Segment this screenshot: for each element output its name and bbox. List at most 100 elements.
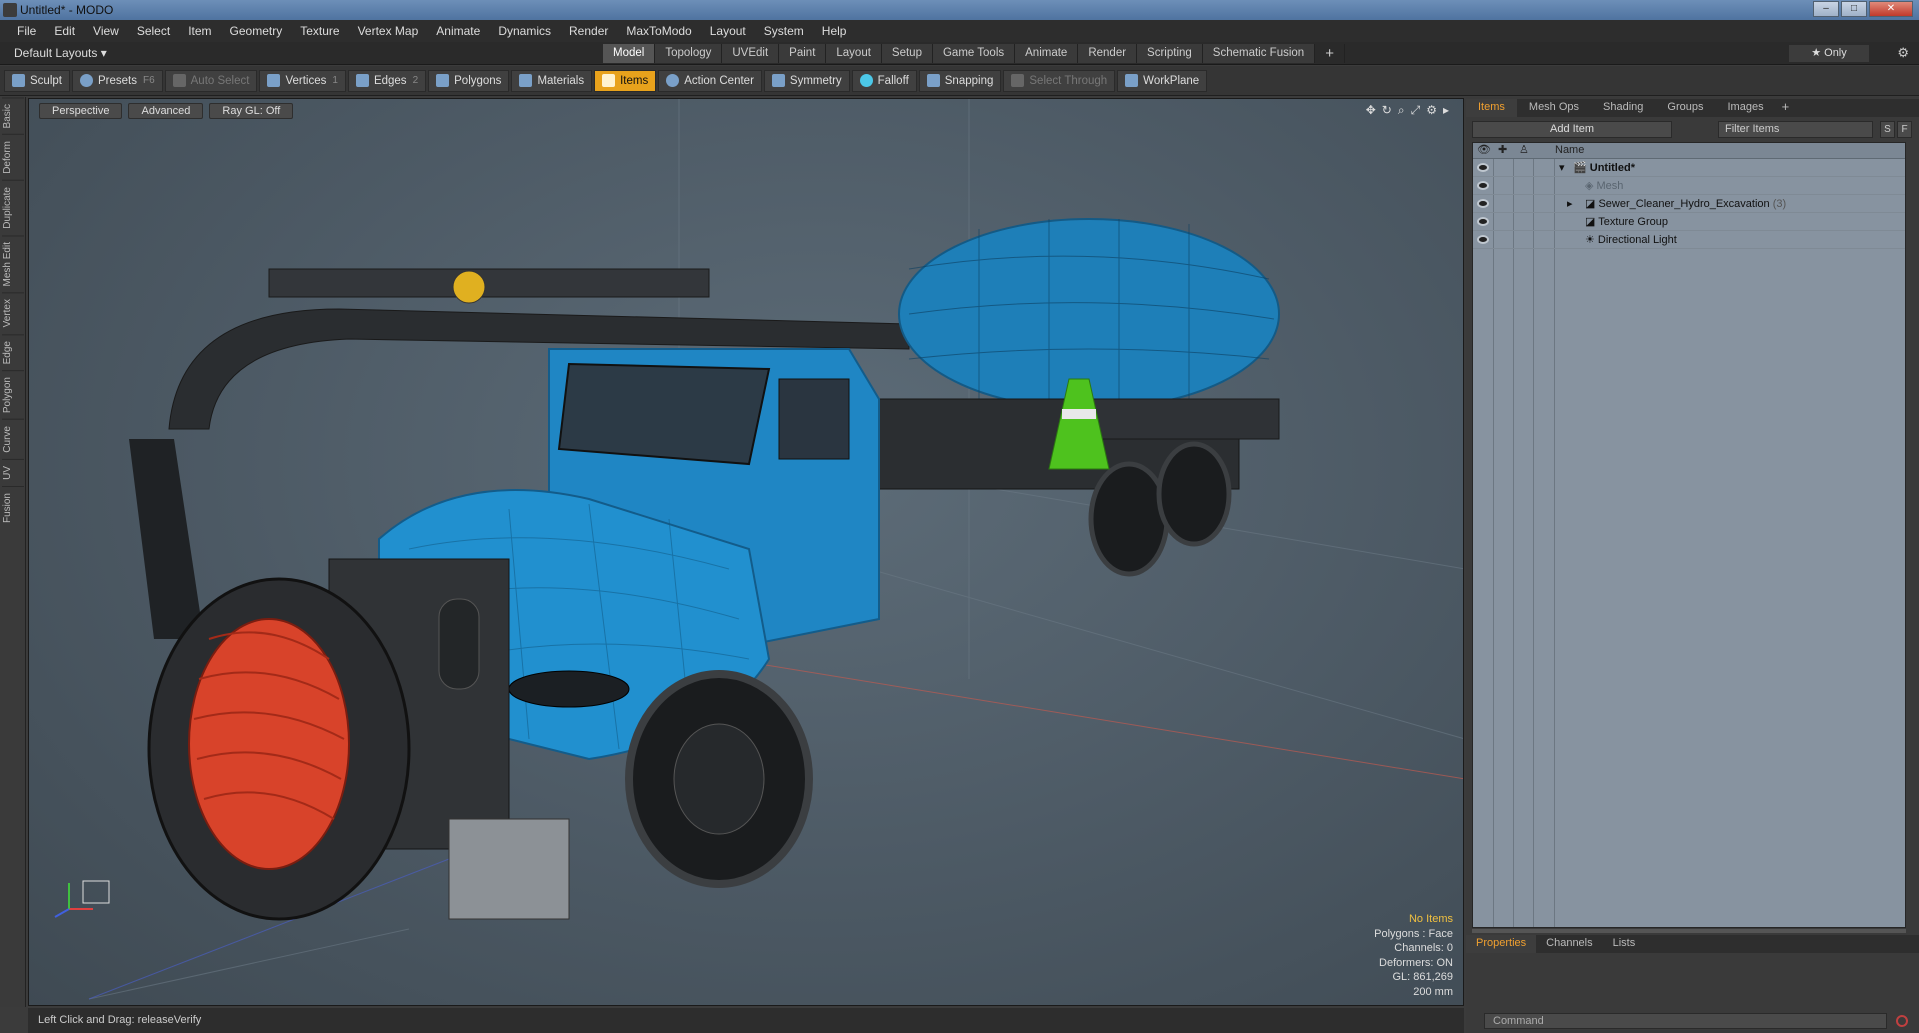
shading-advanced-dropdown[interactable]: Advanced bbox=[128, 103, 204, 119]
items-button[interactable]: Items bbox=[594, 69, 657, 92]
polygons-button[interactable]: Polygons bbox=[428, 69, 510, 92]
presets-button[interactable]: Presets F6 bbox=[71, 69, 163, 92]
menu-dynamics[interactable]: Dynamics bbox=[489, 24, 560, 38]
tree-row-mesh[interactable]: ◈ Mesh bbox=[1473, 177, 1905, 195]
symmetry-button[interactable]: Symmetry bbox=[763, 69, 850, 92]
workplane-button[interactable]: WorkPlane bbox=[1117, 69, 1208, 92]
tree-row-untitled[interactable]: ▾ 🎬 Untitled* bbox=[1473, 159, 1905, 177]
command-clear-icon[interactable] bbox=[1896, 1015, 1908, 1027]
expand-arrow-icon[interactable]: ▸ bbox=[1567, 195, 1573, 213]
menu-animate[interactable]: Animate bbox=[427, 24, 489, 38]
tree-horizontal-scrollbar[interactable] bbox=[1472, 929, 1906, 933]
menu-edit[interactable]: Edit bbox=[45, 24, 84, 38]
menu-item[interactable]: Item bbox=[179, 24, 220, 38]
minimize-button[interactable]: – bbox=[1813, 1, 1839, 17]
tab-schematic-fusion[interactable]: Schematic Fusion bbox=[1202, 44, 1316, 63]
menu-view[interactable]: View bbox=[84, 24, 128, 38]
tab-items[interactable]: Items bbox=[1466, 99, 1517, 117]
left-tab-fusion[interactable]: Fusion bbox=[2, 485, 24, 529]
left-tab-vertex[interactable]: Vertex bbox=[2, 292, 24, 334]
tree-row-directional-light[interactable]: ☀ Directional Light bbox=[1473, 231, 1905, 249]
tab-setup[interactable]: Setup bbox=[881, 44, 933, 63]
sculpt-button[interactable]: Sculpt bbox=[4, 69, 70, 92]
command-input[interactable]: Command bbox=[1484, 1013, 1887, 1029]
left-tab-duplicate[interactable]: Duplicate bbox=[2, 180, 24, 235]
menu-layout[interactable]: Layout bbox=[701, 24, 755, 38]
menu-system[interactable]: System bbox=[755, 24, 813, 38]
3d-viewport[interactable]: Perspective Advanced Ray GL: Off ✥ ↻ ⌕ ⤢… bbox=[28, 98, 1464, 1006]
axis-gizmo bbox=[54, 880, 110, 918]
gear-icon[interactable]: ⚙ bbox=[1897, 45, 1909, 61]
tab-shading[interactable]: Shading bbox=[1591, 99, 1655, 117]
tab-scripting[interactable]: Scripting bbox=[1137, 44, 1203, 63]
tab-lists[interactable]: Lists bbox=[1603, 935, 1646, 953]
raygl-toggle[interactable]: Ray GL: Off bbox=[209, 103, 294, 119]
auto-select-button[interactable]: Auto Select bbox=[164, 69, 258, 92]
filter-items-input[interactable]: Filter Items bbox=[1718, 121, 1873, 138]
menu-vertex-map[interactable]: Vertex Map bbox=[349, 24, 428, 38]
tab-properties[interactable]: Properties bbox=[1466, 935, 1537, 953]
add-item-dropdown[interactable]: Add Item bbox=[1472, 121, 1672, 138]
tree-row-sewer-cleaner[interactable]: ▸ ◪ Sewer_Cleaner_Hydro_Excavation (3) bbox=[1473, 195, 1905, 213]
tab-channels[interactable]: Channels bbox=[1536, 935, 1602, 953]
left-tab-mesh-edit[interactable]: Mesh Edit bbox=[2, 234, 24, 293]
tab-game-tools[interactable]: Game Tools bbox=[932, 44, 1016, 63]
viewport-gear-icon[interactable]: ⚙ bbox=[1426, 103, 1437, 118]
zoom-icon[interactable]: ⌕ bbox=[1398, 103, 1405, 118]
visibility-eye-icon[interactable] bbox=[1477, 181, 1489, 190]
menu-file[interactable]: File bbox=[8, 24, 45, 38]
tab-paint[interactable]: Paint bbox=[779, 44, 827, 63]
tab-uvedit[interactable]: UVEdit bbox=[722, 44, 780, 63]
symmetry-icon bbox=[771, 74, 785, 87]
snapping-button[interactable]: Snapping bbox=[918, 69, 1002, 92]
default-layouts-dropdown[interactable]: Default Layouts ▾ bbox=[14, 46, 107, 60]
tree-row-texture-group[interactable]: ◪ Texture Group bbox=[1473, 213, 1905, 231]
tab-mesh-ops[interactable]: Mesh Ops bbox=[1517, 99, 1591, 117]
menu-help[interactable]: Help bbox=[813, 24, 856, 38]
edges-button[interactable]: Edges 2 bbox=[347, 69, 427, 92]
name-column-header[interactable]: Name bbox=[1555, 144, 1584, 156]
add-tab-button[interactable]: + bbox=[1315, 44, 1345, 63]
tab-groups[interactable]: Groups bbox=[1655, 99, 1715, 117]
tree-column-dividers bbox=[1473, 143, 1555, 927]
only-toggle[interactable]: ★ Only bbox=[1789, 45, 1869, 62]
falloff-button[interactable]: Falloff bbox=[851, 69, 917, 92]
menu-texture[interactable]: Texture bbox=[291, 24, 348, 38]
view-perspective-dropdown[interactable]: Perspective bbox=[39, 103, 123, 119]
maximize-viewport-icon[interactable]: ⤢ bbox=[1411, 103, 1421, 118]
visibility-eye-icon[interactable] bbox=[1477, 217, 1489, 226]
vertices-button[interactable]: Vertices 1 bbox=[259, 69, 346, 92]
tab-topology[interactable]: Topology bbox=[655, 44, 723, 63]
maximize-button[interactable]: □ bbox=[1841, 1, 1867, 17]
left-tab-basic[interactable]: Basic bbox=[2, 97, 24, 135]
s-filter-button[interactable]: S bbox=[1880, 121, 1895, 138]
action-center-button[interactable]: Action Center bbox=[658, 69, 762, 92]
status-bar: Left Click and Drag: releaseVerify bbox=[28, 1008, 1464, 1033]
close-button[interactable]: ✕ bbox=[1869, 1, 1913, 17]
rotate-icon[interactable]: ↻ bbox=[1382, 103, 1392, 118]
viewport-menu-arrow-icon[interactable]: ▸ bbox=[1443, 103, 1449, 118]
tab-animate[interactable]: Animate bbox=[1015, 44, 1079, 63]
select-through-button[interactable]: Select Through bbox=[1003, 69, 1116, 92]
pan-icon[interactable]: ✥ bbox=[1366, 103, 1376, 118]
left-tab-deform[interactable]: Deform bbox=[2, 134, 24, 181]
menu-geometry[interactable]: Geometry bbox=[221, 24, 292, 38]
left-tab-polygon[interactable]: Polygon bbox=[2, 370, 24, 420]
left-tab-uv[interactable]: UV bbox=[2, 458, 24, 486]
left-tab-edge[interactable]: Edge bbox=[2, 333, 24, 371]
menu-render[interactable]: Render bbox=[560, 24, 617, 38]
tab-model[interactable]: Model bbox=[603, 44, 656, 63]
f-filter-button[interactable]: F bbox=[1897, 121, 1912, 138]
visibility-eye-icon[interactable] bbox=[1477, 199, 1489, 208]
materials-button[interactable]: Materials bbox=[511, 69, 593, 92]
expand-arrow-icon[interactable]: ▾ bbox=[1559, 159, 1565, 177]
add-panel-tab-button[interactable]: + bbox=[1776, 99, 1796, 117]
tab-images[interactable]: Images bbox=[1716, 99, 1776, 117]
left-tab-curve[interactable]: Curve bbox=[2, 419, 24, 459]
menu-select[interactable]: Select bbox=[128, 24, 179, 38]
visibility-eye-icon[interactable] bbox=[1477, 235, 1489, 244]
tab-render[interactable]: Render bbox=[1078, 44, 1138, 63]
visibility-eye-icon[interactable] bbox=[1477, 163, 1489, 172]
menu-maxtomodo[interactable]: MaxToModo bbox=[617, 24, 700, 38]
tab-layout[interactable]: Layout bbox=[826, 44, 882, 63]
